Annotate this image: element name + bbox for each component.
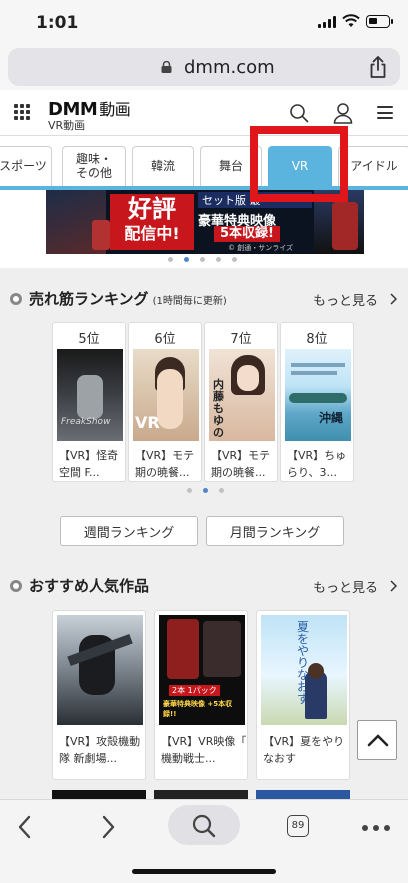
share-icon[interactable] xyxy=(368,55,388,79)
tab-korean[interactable]: 韓流 xyxy=(132,146,194,186)
recommended-card[interactable]: 【VR】攻殻機動 隊 新劇場... xyxy=(52,610,146,780)
rank-number: 6位 xyxy=(154,332,176,347)
ranking-card[interactable]: 8位 沖縄 【VR】ちゅ らり、3... xyxy=(280,322,354,482)
rank-number: 5位 xyxy=(78,332,100,347)
search-icon[interactable] xyxy=(289,103,309,123)
banner-copyright: © 創通・サンライズ xyxy=(228,244,294,252)
ranking-list: 5位 FreakShow 【VR】怪奇 空間 F... 6位 VR 【VR】モテ… xyxy=(0,322,408,482)
recommended-card[interactable]: 2本 1パック 豪華特典映像 +5本収録!! 【VR】VR映像「 機動戦士... xyxy=(154,610,248,780)
chevron-right-icon[interactable] xyxy=(390,580,397,592)
recommended-caption: 【VR】VR映像「 機動戦士... xyxy=(161,735,247,765)
cellular-signal-icon xyxy=(318,16,336,28)
recommended-title: おすすめ人気作品 xyxy=(29,577,150,595)
recommended-header: おすすめ人気作品 もっと見る xyxy=(0,572,408,600)
user-icon[interactable] xyxy=(333,102,353,124)
ranking-more-link[interactable]: もっと見る xyxy=(313,290,378,309)
grid-menu-icon[interactable] xyxy=(14,104,30,120)
forward-icon[interactable] xyxy=(98,814,118,840)
more-options-icon[interactable] xyxy=(362,825,390,831)
banner-text-2: 5本収録! xyxy=(214,226,280,242)
tabs-count-button[interactable]: 89 xyxy=(287,815,309,837)
monthly-ranking-button[interactable]: 月間ランキング xyxy=(206,516,344,546)
rank-number: 8位 xyxy=(306,332,328,347)
weekly-ranking-button[interactable]: 週間ランキング xyxy=(60,516,198,546)
ranking-pagination xyxy=(187,488,224,493)
lock-icon xyxy=(161,61,172,73)
ranking-thumbnail: VR xyxy=(133,349,199,441)
banner-headline: 好評 配信中! xyxy=(110,194,194,250)
highlight-box xyxy=(250,126,348,202)
battery-icon xyxy=(366,15,393,28)
back-icon[interactable] xyxy=(15,814,35,840)
chevron-up-icon xyxy=(367,734,389,747)
ranking-caption: 【VR】ちゅ らり、3... xyxy=(287,449,347,479)
banner-robot-left xyxy=(92,220,110,250)
recommended-caption: 【VR】夏をやり なおす xyxy=(263,735,345,765)
url-field[interactable]: dmm.com xyxy=(8,48,400,86)
recommended-thumbnail: 2本 1パック 豪華特典映像 +5本収録!! xyxy=(159,615,245,725)
ranking-thumbnail: 内藤もゆの xyxy=(209,349,275,441)
ranking-header: 売れ筋ランキング (1時間毎に更新) もっと見る xyxy=(0,285,408,313)
recommended-thumbnail: 夏をやりなおす xyxy=(261,615,347,725)
toolbar-search-button[interactable] xyxy=(168,805,240,845)
chevron-right-icon[interactable] xyxy=(390,293,397,305)
browser-address-bar: dmm.com xyxy=(0,44,408,90)
ranking-caption: 【VR】モテ 期の暁餐... xyxy=(135,449,195,479)
ranking-card[interactable]: 7位 内藤もゆの 【VR】モテ 期の暁餐... xyxy=(204,322,278,482)
banner-pagination xyxy=(168,257,237,262)
ranking-card[interactable]: 6位 VR 【VR】モテ 期の暁餐... xyxy=(128,322,202,482)
tab-idol[interactable]: アイドル xyxy=(338,146,408,186)
banner-robot-right xyxy=(332,202,358,250)
section-bullet-icon xyxy=(10,293,22,305)
ranking-thumbnail: 沖縄 xyxy=(285,349,351,441)
recommended-thumbnail xyxy=(57,615,143,725)
url-text: dmm.com xyxy=(184,57,275,78)
hamburger-menu-icon[interactable] xyxy=(377,106,393,119)
home-indicator xyxy=(132,869,276,874)
section-bullet-icon xyxy=(10,580,22,592)
ranking-card[interactable]: 5位 FreakShow 【VR】怪奇 空間 F... xyxy=(52,322,126,482)
rank-number: 7位 xyxy=(230,332,252,347)
recommended-more-link[interactable]: もっと見る xyxy=(313,577,378,596)
ranking-caption: 【VR】モテ 期の暁餐... xyxy=(211,449,271,479)
status-bar: 1:01 xyxy=(0,0,408,44)
recommended-card[interactable]: 夏をやりなおす 【VR】夏をやり なおす xyxy=(256,610,350,780)
status-time: 1:01 xyxy=(36,13,79,33)
wifi-icon xyxy=(342,14,360,27)
tab-hobby-other[interactable]: 趣味・ その他 xyxy=(62,146,126,186)
tab-sports[interactable]: スポーツ xyxy=(0,146,52,186)
scroll-to-top-button[interactable] xyxy=(357,720,397,760)
ranking-thumbnail: FreakShow xyxy=(57,349,123,441)
ranking-title: 売れ筋ランキング (1時間毎に更新) xyxy=(29,290,227,308)
search-icon xyxy=(192,814,216,838)
recommended-caption: 【VR】攻殻機動 隊 新劇場... xyxy=(59,735,141,765)
ranking-caption: 【VR】怪奇 空間 F... xyxy=(59,449,119,479)
logo-subtitle: VR動画 xyxy=(48,119,86,132)
